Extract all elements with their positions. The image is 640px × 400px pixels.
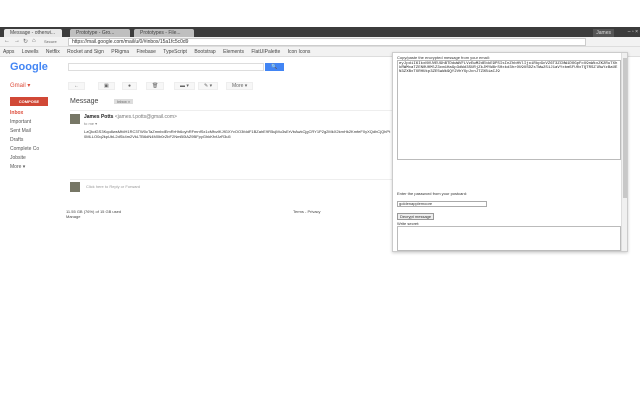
folder-jobsite[interactable]: Jobsite <box>10 155 39 164</box>
scrollbar-thumb[interactable] <box>623 58 627 198</box>
bookmark[interactable]: Netflix <box>46 49 60 55</box>
reply-box[interactable]: Click here to Reply or Forward <box>70 179 392 192</box>
bookmark[interactable]: Apps <box>3 49 14 55</box>
bookmark[interactable]: Rocket and Sign <box>67 49 104 55</box>
decrypt-extension-popup: Copy/paste the encrypted message from yo… <box>392 52 628 252</box>
profile-button[interactable]: James <box>593 29 614 37</box>
gmail-menu[interactable]: Gmail ▾ <box>10 82 30 89</box>
folder-more[interactable]: More ▾ <box>10 164 39 173</box>
tab-prototypes[interactable]: Prototypes - File... <box>134 29 194 37</box>
home-button[interactable]: ⌂ <box>32 38 36 44</box>
delete-button[interactable]: 🗑 <box>146 82 165 90</box>
url-input[interactable]: https://mail.google.com/mail/u/0/#inbox/… <box>68 38 586 46</box>
message-subject: Message <box>70 98 99 105</box>
address-bar-row: ← → ↻ ⌂ Secure https://mail.google.com/m… <box>0 37 640 47</box>
search-input[interactable] <box>68 63 264 71</box>
reply-placeholder[interactable]: Click here to Reply or Forward <box>86 184 140 189</box>
reload-button[interactable]: ↻ <box>23 38 28 45</box>
bookmark[interactable]: PRigma <box>111 49 129 55</box>
folder-inbox[interactable]: Inbox <box>10 110 39 119</box>
bookmark[interactable]: Bootstrap <box>194 49 215 55</box>
folder-complete[interactable]: Complete Co <box>10 146 39 155</box>
back-button[interactable]: ← <box>4 38 10 44</box>
storage-usage: 11.55 GB (76%) of 15 GB used Manage <box>66 209 121 219</box>
back-to-inbox-button[interactable]: ← <box>68 82 85 90</box>
tab-strip: Message - otherwi... Prototype - Gro... … <box>0 27 640 37</box>
bookmark[interactable]: Lowells <box>22 49 39 55</box>
sender-name: James Potts <box>84 114 114 120</box>
forward-button[interactable]: → <box>14 38 20 44</box>
recipient-toggle[interactable]: to me ▾ <box>84 121 97 126</box>
bookmark[interactable]: Elements <box>223 49 244 55</box>
result-textarea[interactable] <box>397 226 621 251</box>
archive-button[interactable]: ▣ <box>98 82 115 90</box>
sender: James Potts <james.t.potts@gmail.com> <box>84 114 177 120</box>
move-to-button[interactable]: ▬ ▾ <box>174 82 195 90</box>
spam-button[interactable]: ● <box>122 82 138 90</box>
browser-window: Message - otherwi... Prototype - Gro... … <box>0 27 640 255</box>
avatar <box>70 114 80 124</box>
encrypted-message-textarea[interactable]: eyJpdiI6IkxNVUVEUGhBTDdwWVFLVzEwM2dEbkE9… <box>397 60 621 160</box>
bookmark[interactable]: Icon Icons <box>288 49 311 55</box>
bookmark[interactable]: Firebase <box>136 49 155 55</box>
compose-button[interactable]: COMPOSE <box>10 97 48 106</box>
labels-button[interactable]: ✎ ▾ <box>198 82 219 90</box>
message: James Potts <james.t.potts@gmail.com> to… <box>70 110 392 150</box>
folder-important[interactable]: Important <box>10 119 39 128</box>
message-body: LzQkdGS3Kqo8wsMfdH1RC3TW0cTaZmnbdEmRrHh6… <box>84 129 391 139</box>
password-input[interactable]: goldenapplemoore <box>397 201 487 207</box>
bookmark[interactable]: FlatUIPalette <box>251 49 280 55</box>
window-controls[interactable]: – ▫ × <box>628 29 638 35</box>
sender-email: <james.t.potts@gmail.com> <box>114 114 177 120</box>
inbox-label-badge[interactable]: Inbox × <box>114 99 134 104</box>
folder-list: Inbox Important Sent Mail Drafts Complet… <box>10 110 39 173</box>
manage-link[interactable]: Manage <box>66 214 121 219</box>
avatar <box>70 182 80 192</box>
more-button[interactable]: More ▾ <box>226 82 254 90</box>
google-logo[interactable]: Google <box>10 61 48 73</box>
secure-label: Secure <box>44 39 57 44</box>
decrypt-button[interactable]: Decrypt message <box>397 213 435 220</box>
tab-prototype[interactable]: Prototype - Gro... <box>70 29 130 37</box>
terms-link[interactable]: Terms - Privacy <box>293 209 321 214</box>
search-button[interactable]: 🔍 <box>265 63 284 71</box>
password-label: Enter the password from your postcard: <box>397 191 468 196</box>
scrollbar[interactable] <box>621 53 627 251</box>
bookmark[interactable]: TypeScript <box>163 49 187 55</box>
folder-drafts[interactable]: Drafts <box>10 137 39 146</box>
folder-sent[interactable]: Sent Mail <box>10 128 39 137</box>
tab-gmail[interactable]: Message - otherwi... <box>4 29 62 37</box>
